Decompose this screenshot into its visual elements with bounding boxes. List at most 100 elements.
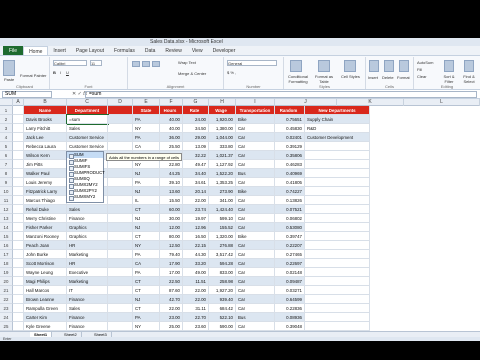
- cell-styles-icon[interactable]: [344, 60, 356, 72]
- cell[interactable]: 30.00: [160, 214, 183, 223]
- cell[interactable]: [305, 142, 370, 151]
- row-number[interactable]: 4: [0, 133, 13, 142]
- cell[interactable]: Car: [236, 214, 275, 223]
- row-number[interactable]: 25: [0, 322, 13, 331]
- font-name-select[interactable]: Calibri: [53, 60, 87, 66]
- cell[interactable]: Bus: [236, 313, 275, 322]
- wrap-text-button[interactable]: Wrap Text: [178, 60, 196, 65]
- cell[interactable]: PA: [133, 115, 160, 124]
- row-number[interactable]: 9: [0, 178, 13, 187]
- cell-styles-button[interactable]: Cell Styles: [341, 74, 360, 79]
- cell[interactable]: Car: [236, 151, 275, 160]
- cell[interactable]: Larry Fitchitt: [24, 124, 67, 133]
- tab-insert[interactable]: Insert: [48, 46, 71, 55]
- cell[interactable]: Car: [236, 223, 275, 232]
- font-size-select[interactable]: 11: [90, 60, 102, 66]
- cell[interactable]: Rampulla Green: [24, 304, 67, 313]
- cell[interactable]: PA: [133, 313, 160, 322]
- cell[interactable]: 36.00: [160, 133, 183, 142]
- cell[interactable]: Car: [236, 304, 275, 313]
- bold-button[interactable]: B: [53, 70, 56, 75]
- cell[interactable]: 24.00: [183, 115, 209, 124]
- cell[interactable]: 32.22: [183, 151, 209, 160]
- cell[interactable]: Department: [67, 106, 108, 115]
- cell[interactable]: Finance: [67, 214, 108, 223]
- select-all-corner[interactable]: [0, 99, 13, 106]
- cell[interactable]: 23.00: [160, 313, 183, 322]
- cell[interactable]: 1,021.37: [209, 151, 236, 160]
- cell[interactable]: [108, 187, 133, 196]
- cell[interactable]: NJ: [133, 214, 160, 223]
- cell[interactable]: Car: [236, 133, 275, 142]
- cell[interactable]: 29.00: [183, 133, 209, 142]
- tab-file[interactable]: File: [3, 46, 24, 55]
- cell[interactable]: Bike: [236, 115, 275, 124]
- cell[interactable]: NY: [133, 322, 160, 331]
- cell[interactable]: 0.39048: [275, 322, 305, 331]
- column-header-i[interactable]: I: [236, 99, 275, 106]
- cell[interactable]: 40.00: [160, 115, 183, 124]
- column-header-f[interactable]: F: [160, 99, 183, 106]
- cell[interactable]: Finance: [67, 313, 108, 322]
- cell[interactable]: [13, 124, 24, 133]
- paste-icon[interactable]: [3, 60, 15, 76]
- cell[interactable]: NY: [133, 124, 160, 133]
- column-header-e[interactable]: E: [133, 99, 160, 106]
- cell[interactable]: Car: [236, 196, 275, 205]
- cell[interactable]: 258.98: [209, 277, 236, 286]
- row-number[interactable]: 11: [0, 196, 13, 205]
- cell[interactable]: [13, 277, 24, 286]
- cell[interactable]: 22.00: [160, 304, 183, 313]
- cell[interactable]: Finance: [67, 322, 108, 331]
- cell[interactable]: Finance: [67, 295, 108, 304]
- cell[interactable]: Brown Leanne: [24, 295, 67, 304]
- format-table-icon[interactable]: [318, 60, 330, 72]
- find-select-button[interactable]: Find & Select: [460, 74, 478, 84]
- cell[interactable]: Rate: [183, 106, 209, 115]
- cell[interactable]: 833.00: [209, 268, 236, 277]
- format-cells-icon[interactable]: [399, 60, 409, 72]
- row-number[interactable]: 7: [0, 160, 13, 169]
- cell[interactable]: [108, 304, 133, 313]
- cell[interactable]: Bus: [236, 169, 275, 178]
- cell[interactable]: CA: [133, 259, 160, 268]
- delete-button[interactable]: Delete: [382, 75, 394, 80]
- cell[interactable]: [13, 286, 24, 295]
- cell[interactable]: Car: [236, 124, 275, 133]
- cell[interactable]: [108, 250, 133, 259]
- cell[interactable]: [305, 241, 370, 250]
- cell[interactable]: Scott Morrison: [24, 259, 67, 268]
- cell[interactable]: Sales: [67, 124, 108, 133]
- cell[interactable]: Magi Philips: [24, 277, 67, 286]
- cell[interactable]: 17.00: [160, 268, 183, 277]
- cell[interactable]: [13, 205, 24, 214]
- active-cell[interactable]: =sum: [66, 114, 109, 125]
- cell[interactable]: Hours: [160, 106, 183, 115]
- cell[interactable]: [108, 241, 133, 250]
- cell[interactable]: Car: [236, 268, 275, 277]
- cell[interactable]: 22.70: [183, 313, 209, 322]
- cell[interactable]: 0.02148: [275, 268, 305, 277]
- sort-filter-button[interactable]: Sort & Filter: [440, 74, 458, 84]
- find-select-icon[interactable]: [464, 60, 474, 72]
- cell[interactable]: NJ: [133, 223, 160, 232]
- cell[interactable]: Louis Jeremy: [24, 178, 67, 187]
- cell[interactable]: 0.06802: [275, 214, 305, 223]
- cell[interactable]: 60.00: [160, 205, 183, 214]
- cell[interactable]: [108, 205, 133, 214]
- cell[interactable]: [108, 223, 133, 232]
- cell[interactable]: CT: [133, 232, 160, 241]
- cell[interactable]: Marcus Thiago: [24, 196, 67, 205]
- cell[interactable]: 16.50: [183, 232, 209, 241]
- cell[interactable]: New Departments: [305, 106, 370, 115]
- cell[interactable]: Bike: [236, 187, 275, 196]
- row-number[interactable]: 14: [0, 223, 13, 232]
- cell[interactable]: [305, 178, 370, 187]
- cell[interactable]: [13, 214, 24, 223]
- cell[interactable]: Car: [236, 295, 275, 304]
- cell[interactable]: Hall Marcos: [24, 286, 67, 295]
- paste-button[interactable]: Paste: [4, 77, 14, 82]
- tab-home[interactable]: Home: [23, 46, 49, 55]
- cell[interactable]: Marketing: [67, 277, 108, 286]
- tab-page-layout[interactable]: Page Layout: [71, 46, 109, 55]
